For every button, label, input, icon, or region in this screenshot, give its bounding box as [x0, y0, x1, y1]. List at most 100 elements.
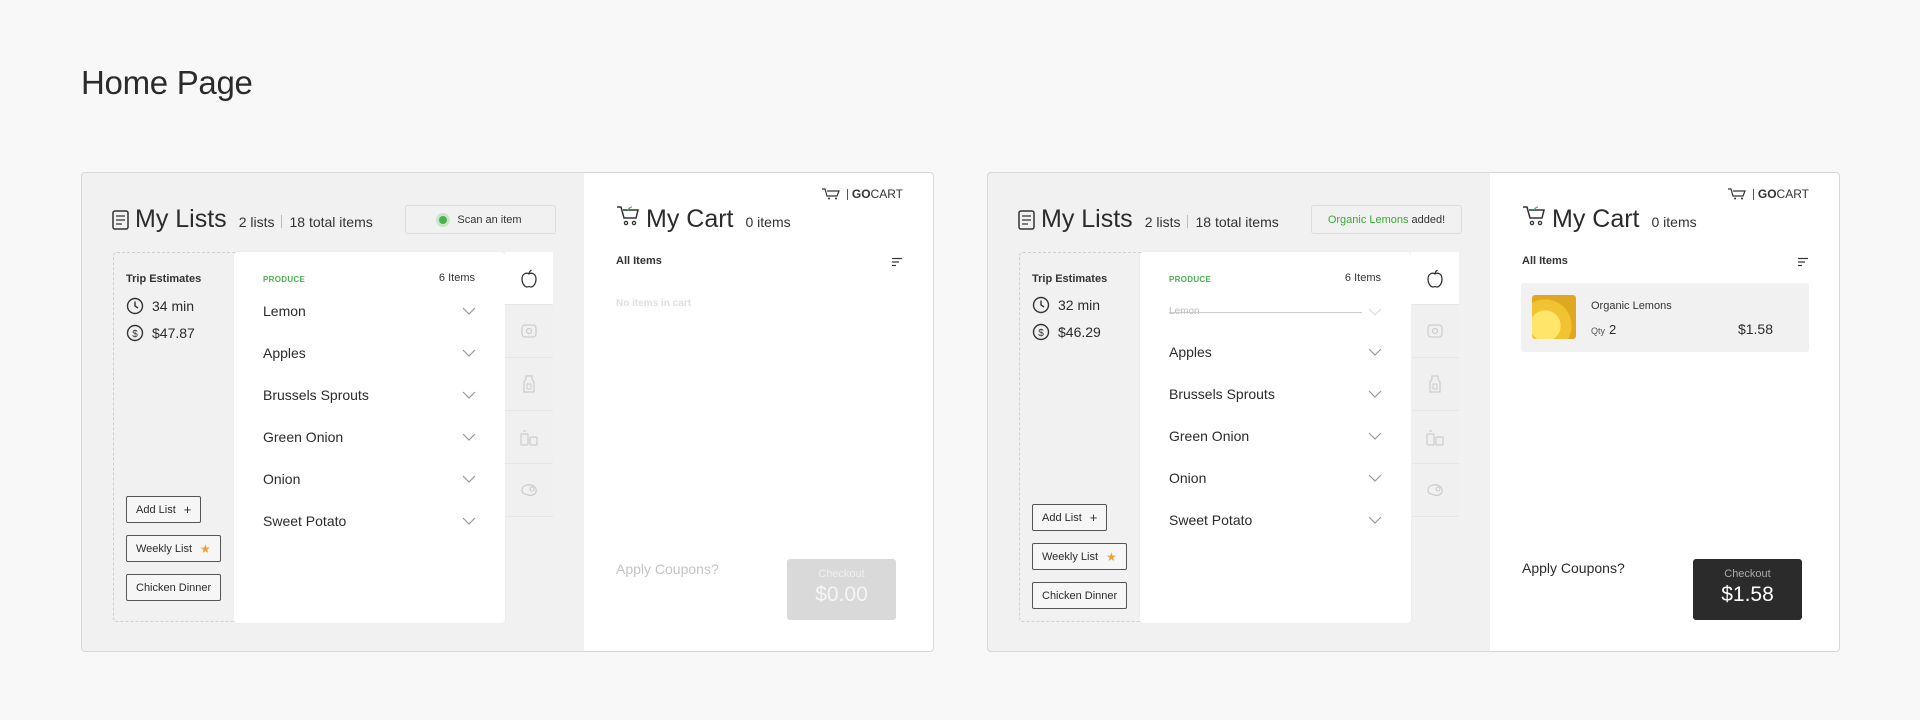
list-item-name: Onion	[1169, 470, 1207, 486]
list-doc-icon	[112, 209, 129, 230]
home-frame-empty-cart: My Lists 2 lists 18 total items Scan an i…	[81, 172, 934, 652]
steak-icon	[521, 484, 537, 496]
list-item-checked[interactable]: Lemon	[1169, 306, 1382, 317]
trip-panel: Trip Estimates 34 min $ $47.87 Add List +…	[113, 252, 243, 622]
svg-text:$: $	[132, 329, 138, 340]
chevron-down-icon[interactable]	[462, 391, 476, 399]
list-item[interactable]: Apples	[263, 345, 476, 361]
brand-go: GO	[1757, 187, 1777, 201]
cart-item[interactable]: Organic Lemons Qty 2 $1.58	[1521, 283, 1809, 352]
list-item[interactable]: Onion	[263, 471, 476, 487]
trip-estimates-label: Trip Estimates	[126, 273, 202, 285]
gocart-logo-icon	[1727, 188, 1746, 200]
chicken-dinner-label: Chicken Dinner	[1042, 589, 1118, 602]
chevron-down-icon[interactable]	[462, 349, 476, 357]
chevron-down-icon[interactable]	[462, 475, 476, 483]
chevron-down-icon[interactable]	[1368, 474, 1382, 482]
page-title: Home Page	[81, 64, 253, 101]
chevron-down-icon[interactable]	[1368, 308, 1382, 316]
added-label: added!	[1411, 213, 1446, 226]
milk-icon	[523, 375, 535, 393]
category-count: 6 Items	[438, 272, 475, 284]
tab-produce[interactable]	[1411, 252, 1459, 305]
tab-dairy[interactable]	[1411, 358, 1459, 411]
scan-item-button[interactable]: Scan an item	[405, 205, 556, 234]
category-count: 6 Items	[1344, 272, 1381, 284]
category-label: PRODUCE	[1169, 275, 1212, 284]
list-item-name: Green Onion	[1169, 428, 1250, 444]
all-items-label[interactable]: All Items	[1522, 255, 1568, 267]
tab-pantry[interactable]	[1411, 411, 1459, 464]
list-item[interactable]: Apples	[1169, 344, 1382, 360]
list-item[interactable]: Onion	[1169, 470, 1382, 486]
chevron-down-icon[interactable]	[1368, 390, 1382, 398]
filter-icon[interactable]	[891, 257, 903, 267]
weekly-list-button[interactable]: Weekly List ★	[126, 535, 221, 562]
tab-produce[interactable]	[505, 252, 553, 305]
list-item[interactable]: Sweet Potato	[263, 513, 476, 529]
list-item[interactable]: Sweet Potato	[1169, 512, 1382, 528]
chevron-down-icon[interactable]	[462, 307, 476, 315]
scan-status-dot	[439, 215, 448, 224]
checkout-button[interactable]: Checkout $0.00	[787, 559, 896, 620]
trip-panel: Trip Estimates 32 min $ $46.29 Add List +…	[1019, 252, 1149, 622]
empty-cart-text: No items in cart	[616, 298, 692, 309]
chevron-down-icon[interactable]	[462, 433, 476, 441]
list-item[interactable]: Green Onion	[1169, 428, 1382, 444]
total-items-count: 18 total items	[1195, 214, 1279, 230]
bakery-icon	[1427, 324, 1443, 338]
add-list-button[interactable]: Add List +	[1032, 504, 1108, 531]
chevron-down-icon[interactable]	[1368, 516, 1382, 524]
lemon-thumbnail	[1532, 295, 1576, 339]
list-item[interactable]: Lemon	[263, 303, 476, 319]
star-icon: ★	[1106, 549, 1117, 564]
list-item-name: Brussels Sprouts	[1169, 386, 1275, 402]
add-list-button[interactable]: Add List +	[126, 496, 202, 523]
cart-item-name: Organic Lemons	[1591, 300, 1672, 312]
trip-cost: $ $46.29	[1032, 323, 1101, 341]
tab-bakery[interactable]	[505, 305, 553, 358]
chicken-dinner-button[interactable]: Chicken Dinner	[126, 574, 222, 601]
list-item[interactable]: Brussels Sprouts	[263, 387, 476, 403]
cart-icon	[617, 206, 639, 226]
list-item-name: Onion	[263, 471, 301, 487]
checkout-button[interactable]: Checkout $1.58	[1693, 559, 1802, 620]
filter-icon[interactable]	[1797, 257, 1809, 267]
tab-dairy[interactable]	[505, 358, 553, 411]
tab-meat[interactable]	[1411, 464, 1459, 517]
checkout-total: $1.58	[1721, 583, 1774, 606]
trip-estimates-label: Trip Estimates	[1032, 273, 1108, 285]
apply-coupons-link[interactable]: Apply Coupons?	[1522, 560, 1625, 576]
trip-cost: $ $47.87	[126, 324, 195, 342]
trip-time-value: 34 min	[152, 298, 195, 314]
cart-item-price: $1.58	[1737, 321, 1773, 337]
lists-count: 2 lists	[1144, 214, 1181, 230]
checkout-label: Checkout	[818, 568, 865, 580]
chevron-down-icon[interactable]	[462, 517, 476, 525]
brand-cart: CART	[1776, 187, 1809, 201]
list-item-name: Lemon	[263, 303, 306, 319]
qty-label: Qty	[1591, 326, 1606, 336]
tab-bakery[interactable]	[1411, 305, 1459, 358]
plus-icon: +	[183, 502, 192, 517]
list-card: PRODUCE 6 Items Lemon Apples Brussels Sp…	[1140, 252, 1411, 623]
cart-icon	[1523, 206, 1545, 226]
chevron-down-icon[interactable]	[1368, 348, 1382, 356]
tab-meat[interactable]	[505, 464, 553, 517]
chevron-down-icon[interactable]	[1368, 432, 1382, 440]
dollar-icon: $	[1032, 323, 1050, 341]
star-icon: ★	[200, 541, 211, 556]
weekly-list-button[interactable]: Weekly List ★	[1032, 543, 1127, 570]
list-item-name: Sweet Potato	[263, 513, 347, 529]
scan-item-label: Scan an item	[457, 213, 522, 226]
apply-coupons-link[interactable]: Apply Coupons?	[616, 561, 719, 577]
list-item[interactable]: Brussels Sprouts	[1169, 386, 1382, 402]
list-item-name: Sweet Potato	[1169, 512, 1253, 528]
cart-item-qty: Qty 2	[1591, 322, 1616, 337]
tab-pantry[interactable]	[505, 411, 553, 464]
dollar-icon: $	[126, 324, 144, 342]
chicken-dinner-button[interactable]: Chicken Dinner	[1032, 582, 1128, 609]
my-cart-title: My Cart	[1552, 205, 1640, 233]
all-items-label[interactable]: All Items	[616, 255, 662, 267]
list-item[interactable]: Green Onion	[263, 429, 476, 445]
